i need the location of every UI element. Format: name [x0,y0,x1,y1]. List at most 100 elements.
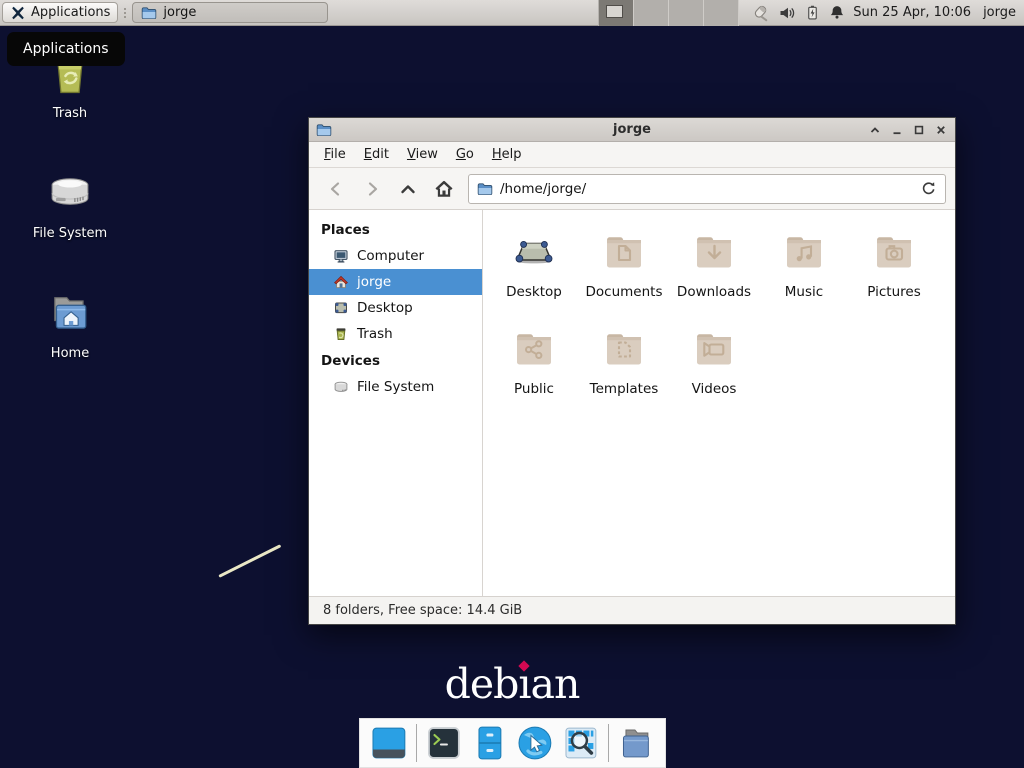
file-item-label: Videos [692,381,737,397]
file-item-templates[interactable]: Templates [579,315,669,412]
sidebar-item-computer[interactable]: Computer [309,243,482,269]
file-item-desktop[interactable]: Desktop [489,218,579,315]
desktop-icon-label: File System [33,226,107,241]
notifications-bell-icon[interactable] [829,4,845,21]
home-folder-icon [44,288,96,340]
file-manager-window: jorge File Edit View Go Help [308,117,956,625]
home-icon [333,274,349,290]
workspace-window-thumb [606,5,623,18]
top-panel: Applications jorge [0,0,1024,26]
menu-help[interactable]: Help [483,147,531,162]
applications-menu-button[interactable]: Applications [2,2,118,23]
sidebar-item-label: File System [357,379,434,395]
taskbar-window-label: jorge [163,5,196,20]
system-tray [739,4,853,22]
workspace-1[interactable] [599,0,634,26]
sidebar-item-label: Trash [357,326,393,342]
applications-tooltip: Applications [7,32,125,66]
sidebar-header-devices: Devices [309,347,482,374]
dock-separator [608,724,609,762]
file-item-label: Pictures [867,284,920,300]
trash-icon [333,326,349,342]
desktop-icon-home[interactable]: Home [14,288,126,361]
music-folder-icon [780,228,828,276]
web-browser-icon[interactable] [516,724,554,762]
workspace-4[interactable] [704,0,739,26]
file-item-label: Music [785,284,823,300]
dock [359,718,666,768]
reload-icon [920,180,937,197]
desktop-icon [333,300,349,316]
back-button[interactable] [318,174,354,204]
downloads-folder-icon [690,228,738,276]
up-icon [398,179,418,199]
sidebar-item-file-system[interactable]: File System [309,374,482,400]
menu-go[interactable]: Go [447,147,483,162]
debian-wordmark: debıan [0,660,1024,708]
workspace-switcher[interactable] [598,0,739,26]
folder-icon [141,5,157,21]
reload-button[interactable] [920,180,937,197]
sidebar-item-label: Desktop [357,300,413,316]
stray-line [218,544,281,578]
file-item-pictures[interactable]: Pictures [849,218,939,315]
drive-icon [333,379,349,395]
file-item-label: Templates [590,381,659,397]
taskbar-window-button[interactable]: jorge [132,2,328,23]
applications-icon [10,5,26,21]
file-item-videos[interactable]: Videos [669,315,759,412]
panel-drag-handle[interactable] [121,4,129,22]
show-desktop-icon[interactable] [370,724,408,762]
home-icon [433,178,455,200]
location-text: /home/jorge/ [500,181,586,197]
battery-charging-icon[interactable] [805,4,820,21]
sidebar: Places Computer jorge [309,210,483,596]
forward-button[interactable] [354,174,390,204]
back-icon [326,179,346,199]
file-item-music[interactable]: Music [759,218,849,315]
sidebar-item-jorge[interactable]: jorge [309,269,482,295]
titlebar[interactable]: jorge [309,118,955,142]
sidebar-item-trash[interactable]: Trash [309,321,482,347]
file-item-label: Downloads [677,284,751,300]
desktop-trapezoid-icon [510,228,558,276]
file-manager-icon[interactable] [617,724,655,762]
shade-button[interactable] [868,123,882,137]
file-item-label: Documents [586,284,663,300]
panel-username[interactable]: jorge [983,5,1024,20]
workspace-3[interactable] [669,0,704,26]
forward-icon [362,179,382,199]
dock-separator [416,724,417,762]
location-bar[interactable]: /home/jorge/ [468,174,946,204]
file-item-downloads[interactable]: Downloads [669,218,759,315]
volume-icon[interactable] [778,5,796,21]
close-button[interactable] [934,123,948,137]
workspace-2[interactable] [634,0,669,26]
documents-folder-icon [600,228,648,276]
toolbar: /home/jorge/ [309,168,955,210]
desktop-icon-file-system[interactable]: File System [14,168,126,241]
up-button[interactable] [390,174,426,204]
panel-clock[interactable]: Sun 25 Apr, 10:06 [853,5,983,20]
menu-edit[interactable]: Edit [355,147,398,162]
file-item-documents[interactable]: Documents [579,218,669,315]
sidebar-item-desktop[interactable]: Desktop [309,295,482,321]
templates-folder-icon [600,325,648,373]
file-view[interactable]: Desktop Documents Downloads Music [483,210,955,596]
statusbar: 8 folders, Free space: 14.4 GiB [309,596,955,624]
application-finder-icon[interactable] [562,724,600,762]
sidebar-item-label: Computer [357,248,424,264]
minimize-button[interactable] [890,123,904,137]
sidebar-header-places: Places [309,216,482,243]
home-button[interactable] [426,174,462,204]
file-cabinet-icon[interactable] [471,724,509,762]
maximize-button[interactable] [912,123,926,137]
terminal-icon[interactable] [425,724,463,762]
status-text: 8 folders, Free space: 14.4 GiB [323,603,522,618]
menu-file[interactable]: File [315,147,355,162]
file-item-public[interactable]: Public [489,315,579,412]
public-folder-icon [510,325,558,373]
mouse-tray-icon[interactable] [749,4,769,22]
menu-view[interactable]: View [398,147,447,162]
videos-folder-icon [690,325,738,373]
